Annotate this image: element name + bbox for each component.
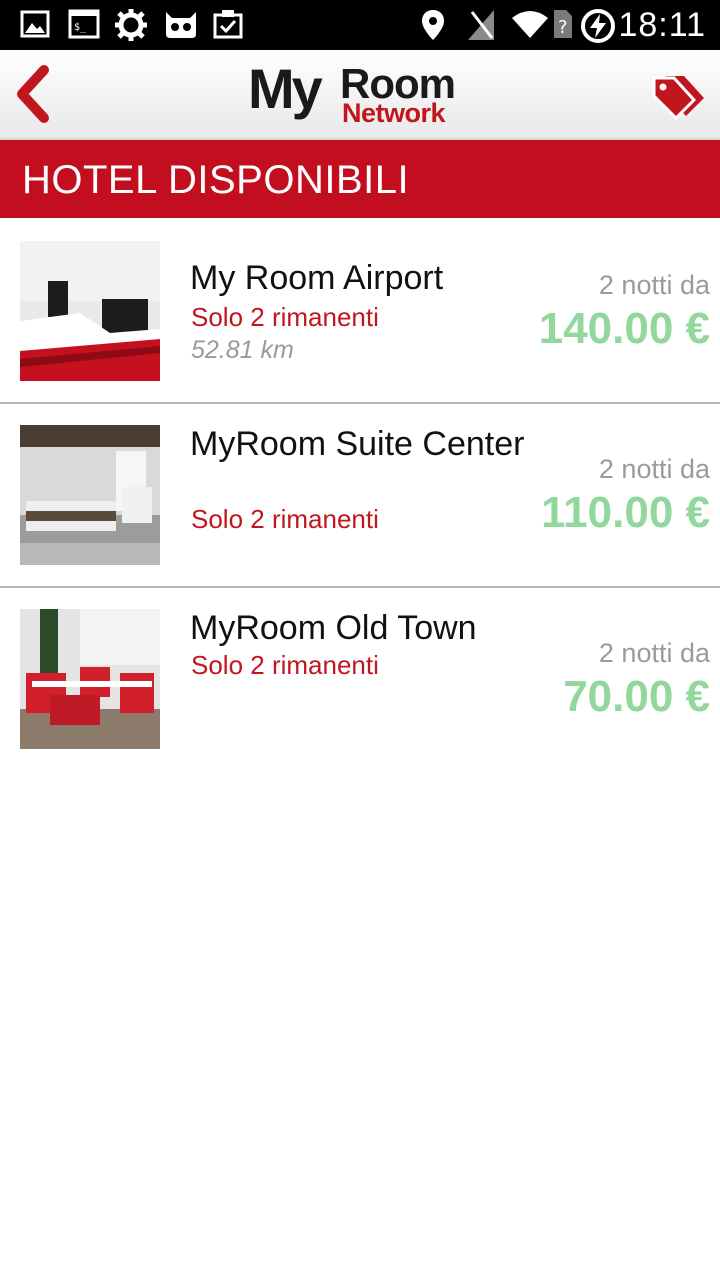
hotel-list-item[interactable]: MyRoom Old Town Solo 2 rimanenti 2 notti… [0, 588, 720, 770]
wifi-icon [512, 11, 548, 38]
myroom-network-logo: My Room Network [248, 57, 472, 132]
offers-tags-button[interactable] [650, 72, 706, 121]
battery-charging-icon [581, 9, 615, 43]
hotel-list-item[interactable]: MyRoom Suite Center Solo 2 rimanenti 2 n… [0, 404, 720, 588]
nights-label: 2 notti da [598, 454, 710, 484]
hotel-price: 140.00 € [538, 304, 710, 353]
hotel-thumbnail [20, 241, 160, 381]
hotel-availability: Solo 2 rimanenti [191, 650, 379, 680]
section-header: HOTEL DISPONIBILI [0, 140, 720, 218]
nights-label: 2 notti da [598, 638, 710, 668]
image-icon [20, 10, 50, 38]
status-bar: $_ ? 18:11 [0, 0, 720, 50]
terminal-icon: $_ [68, 9, 100, 39]
clipboard-check-icon [213, 10, 243, 39]
hotel-price: 110.00 € [541, 488, 710, 537]
app-bar: My Room Network [0, 50, 720, 140]
clock-time: 18:11 [618, 6, 706, 44]
hotel-thumbnail [20, 425, 160, 565]
settings-gear-icon [115, 9, 147, 41]
back-button[interactable] [10, 64, 60, 124]
signal-muted-icon [468, 10, 494, 40]
svg-text:$_: $_ [74, 22, 87, 33]
hotel-list-item[interactable]: My Room Airport Solo 2 rimanenti 52.81 k… [0, 220, 720, 404]
sim-unknown-icon: ? [554, 10, 572, 38]
hotel-price: 70.00 € [563, 672, 710, 721]
section-title: HOTEL DISPONIBILI [22, 158, 410, 202]
hotel-availability: Solo 2 rimanenti [191, 504, 379, 534]
cyanogen-android-icon [166, 12, 196, 38]
hotel-thumbnail [20, 609, 160, 749]
chevron-left-icon [17, 65, 49, 123]
logo-my-text: My [248, 57, 323, 120]
hotel-availability: Solo 2 rimanenti [191, 302, 379, 332]
hotel-name: MyRoom Suite Center [190, 425, 525, 463]
svg-text:?: ? [558, 17, 568, 38]
hotel-list: My Room Airport Solo 2 rimanenti 52.81 k… [0, 220, 720, 770]
location-pin-icon [422, 10, 444, 40]
nights-label: 2 notti da [598, 270, 710, 300]
logo-network-text: Network [342, 98, 446, 128]
price-tags-icon [652, 76, 704, 121]
hotel-distance: 52.81 km [191, 336, 294, 364]
hotel-name: MyRoom Old Town [190, 609, 477, 647]
hotel-name: My Room Airport [190, 259, 444, 297]
